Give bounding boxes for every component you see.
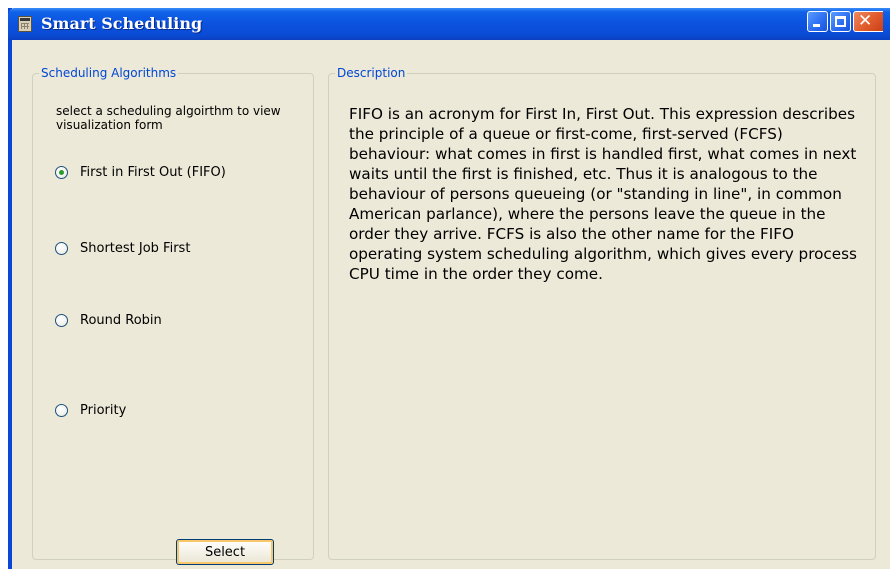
radio-unchecked-icon[interactable] <box>55 403 68 417</box>
window-title: Smart Scheduling <box>41 14 203 33</box>
client-area: Scheduling Algorithms select a schedulin… <box>12 40 890 569</box>
title-bar[interactable]: Smart Scheduling ✕ <box>8 8 890 40</box>
radio-unchecked-icon[interactable] <box>55 313 68 327</box>
radio-label-round-robin[interactable]: Round Robin <box>80 313 162 328</box>
description-group: Description FIFO is an acronym for First… <box>328 66 876 560</box>
minimize-icon <box>813 24 820 27</box>
radio-label-sjf[interactable]: Shortest Job First <box>80 241 190 256</box>
radio-priority[interactable]: Priority <box>55 401 126 419</box>
radio-fifo[interactable]: First in First Out (FIFO) <box>55 163 226 181</box>
minimize-button[interactable] <box>807 11 828 32</box>
instructions-text: select a scheduling algoirthm to view vi… <box>56 104 281 132</box>
scheduling-algorithms-group: Scheduling Algorithms select a schedulin… <box>32 66 314 565</box>
smart-scheduling-window: Smart Scheduling ✕ Scheduling Algorithms… <box>8 8 890 569</box>
close-icon: ✕ <box>858 11 873 31</box>
radio-round-robin[interactable]: Round Robin <box>55 311 162 329</box>
close-button[interactable]: ✕ <box>853 11 883 32</box>
maximize-button[interactable] <box>830 11 851 32</box>
description-text: FIFO is an acronym for First In, First O… <box>349 105 857 283</box>
select-button[interactable]: Select <box>176 539 274 565</box>
desktop-edge <box>0 0 8 569</box>
maximize-icon <box>835 16 846 27</box>
scheduling-algorithms-legend: Scheduling Algorithms <box>41 66 177 80</box>
radio-unchecked-icon[interactable] <box>55 241 68 255</box>
radio-label-priority[interactable]: Priority <box>80 403 126 418</box>
description-legend: Description <box>337 66 406 80</box>
radio-sjf[interactable]: Shortest Job First <box>55 239 190 257</box>
radio-label-fifo[interactable]: First in First Out (FIFO) <box>80 165 226 180</box>
calculator-app-icon <box>18 16 32 32</box>
radio-checked-icon[interactable] <box>55 165 68 179</box>
